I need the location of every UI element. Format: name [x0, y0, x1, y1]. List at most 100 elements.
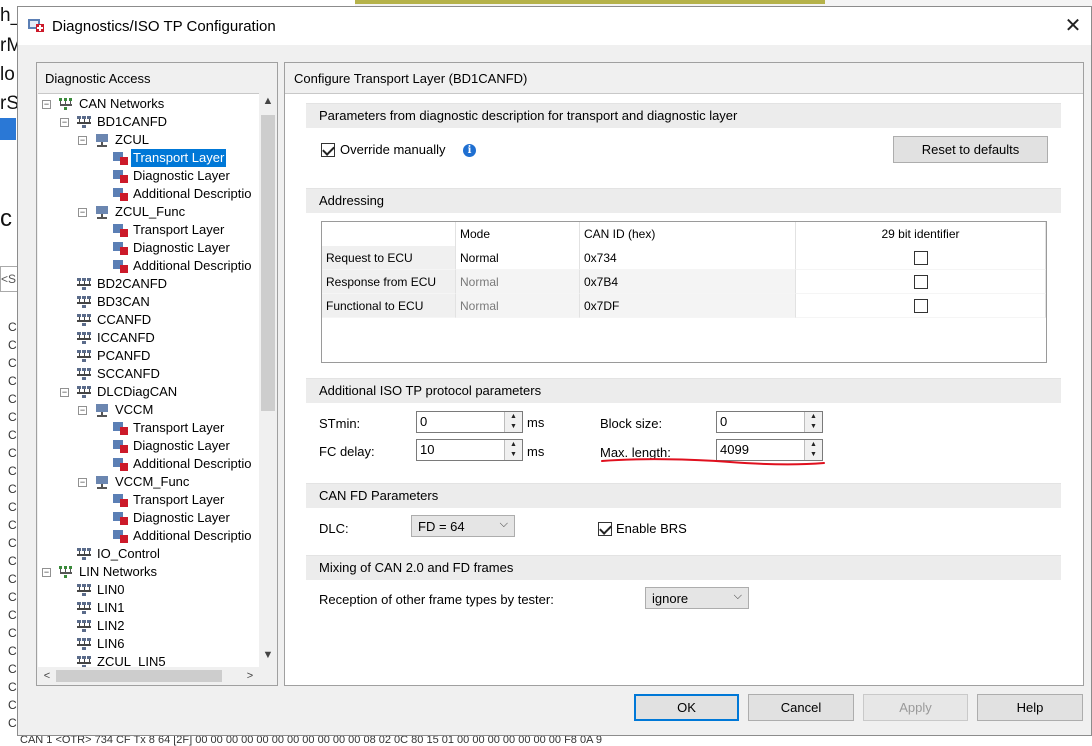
vertical-scroll-thumb[interactable]: [261, 115, 275, 411]
tree-node-label[interactable]: PCANFD: [95, 347, 152, 365]
tree-node-label[interactable]: Transport Layer: [131, 221, 226, 239]
tree-node[interactable]: − ZCUL: [38, 131, 259, 149]
tree-node[interactable]: − LIN Networks: [38, 563, 259, 581]
29bit-checkbox[interactable]: [914, 299, 928, 313]
tree-node[interactable]: Diagnostic Layer: [38, 239, 259, 257]
background-combo[interactable]: <S: [0, 266, 18, 292]
enable-brs-checkbox[interactable]: [598, 522, 612, 536]
horizontal-scroll-thumb[interactable]: [56, 670, 222, 682]
spin-down-icon[interactable]: ▼: [504, 422, 522, 432]
collapse-icon[interactable]: −: [42, 100, 51, 109]
chevron-down-icon[interactable]: ⌵: [734, 590, 742, 603]
tree-node[interactable]: BD2CANFD: [38, 275, 259, 293]
help-button[interactable]: Help: [977, 694, 1083, 721]
tree-node[interactable]: − VCCM_Func: [38, 473, 259, 491]
reset-to-defaults-button[interactable]: Reset to defaults: [893, 136, 1048, 163]
tree-node-label[interactable]: ZCUL_LIN5: [95, 653, 168, 668]
diagnostic-tree[interactable]: − CAN Networks − BD1CANFD − ZCUL Transport Lay…: [38, 93, 259, 668]
tree-node-label[interactable]: DLCDiagCAN: [95, 383, 179, 401]
tree-node-label[interactable]: Additional Descriptio: [131, 455, 254, 473]
tree-node[interactable]: LIN1: [38, 599, 259, 617]
dlc-value[interactable]: FD = 64: [418, 519, 465, 534]
row-can-id[interactable]: 0x7B4: [580, 270, 796, 294]
tree-node[interactable]: − ZCUL_Func: [38, 203, 259, 221]
tree-node-label[interactable]: BD3CAN: [95, 293, 152, 311]
tree-node-label[interactable]: Additional Descriptio: [131, 257, 254, 275]
tree-node[interactable]: Transport Layer: [38, 221, 259, 239]
tree-node[interactable]: − CAN Networks: [38, 95, 259, 113]
block-size-value[interactable]: 0: [720, 414, 727, 429]
tree-vertical-scrollbar[interactable]: ▲ ▼: [259, 93, 277, 667]
fc-delay-stepper[interactable]: 10 ▲ ▼: [416, 439, 523, 461]
tree-node[interactable]: Transport Layer: [38, 491, 259, 509]
enable-brs-label[interactable]: Enable BRS: [616, 521, 687, 536]
tree-node-label[interactable]: LIN0: [95, 581, 126, 599]
spin-down-icon[interactable]: ▼: [504, 450, 522, 460]
29bit-checkbox[interactable]: [914, 251, 928, 265]
ok-button[interactable]: OK: [634, 694, 739, 721]
tree-node-label[interactable]: LIN6: [95, 635, 126, 653]
tree-horizontal-scrollbar[interactable]: < >: [38, 667, 259, 685]
tree-node-label[interactable]: Diagnostic Layer: [131, 437, 232, 455]
collapse-icon[interactable]: −: [78, 406, 87, 415]
tree-node-label[interactable]: LIN Networks: [77, 563, 159, 581]
tree-node[interactable]: Diagnostic Layer: [38, 437, 259, 455]
tree-node[interactable]: ICCANFD: [38, 329, 259, 347]
tree-node[interactable]: Diagnostic Layer: [38, 167, 259, 185]
block-size-stepper[interactable]: 0 ▲ ▼: [716, 411, 823, 433]
collapse-icon[interactable]: −: [42, 568, 51, 577]
tree-node-label[interactable]: CAN Networks: [77, 95, 166, 113]
tree-node-label[interactable]: BD1CANFD: [95, 113, 169, 131]
close-icon[interactable]: ✕: [1055, 7, 1091, 45]
tree-node[interactable]: − VCCM: [38, 401, 259, 419]
tree-node-label[interactable]: IO_Control: [95, 545, 162, 563]
tree-node[interactable]: SCCANFD: [38, 365, 259, 383]
tree-node-label[interactable]: LIN2: [95, 617, 126, 635]
row-can-id[interactable]: 0x734: [580, 246, 796, 270]
scroll-up-icon[interactable]: ▲: [259, 95, 277, 107]
tree-node-label[interactable]: SCCANFD: [95, 365, 162, 383]
tree-node-label[interactable]: Additional Descriptio: [131, 185, 254, 203]
tree-node[interactable]: Additional Descriptio: [38, 527, 259, 545]
collapse-icon[interactable]: −: [78, 136, 87, 145]
override-manually-checkbox[interactable]: [321, 143, 335, 157]
tree-node[interactable]: LIN0: [38, 581, 259, 599]
fc-delay-value[interactable]: 10: [420, 442, 434, 457]
tree-node[interactable]: Additional Descriptio: [38, 257, 259, 275]
tree-node-label[interactable]: Transport Layer: [129, 148, 228, 168]
tree-node-label[interactable]: Diagnostic Layer: [131, 167, 232, 185]
tree-node-label[interactable]: Transport Layer: [131, 419, 226, 437]
tree-node[interactable]: ZCUL_LIN5: [38, 653, 259, 668]
row-can-id[interactable]: 0x7DF: [580, 294, 796, 318]
tree-node-label[interactable]: ZCUL: [113, 131, 151, 149]
chevron-down-icon[interactable]: ⌵: [500, 518, 508, 531]
tree-node[interactable]: Transport Layer: [38, 419, 259, 437]
spin-down-icon[interactable]: ▼: [804, 422, 822, 432]
tree-node[interactable]: BD3CAN: [38, 293, 259, 311]
tree-node-label[interactable]: ICCANFD: [95, 329, 157, 347]
tree-node[interactable]: − BD1CANFD: [38, 113, 259, 131]
tree-node[interactable]: Additional Descriptio: [38, 455, 259, 473]
tree-node[interactable]: LIN2: [38, 617, 259, 635]
info-icon[interactable]: i: [463, 144, 476, 157]
reception-value[interactable]: ignore: [652, 591, 688, 606]
stmin-stepper[interactable]: 0 ▲ ▼: [416, 411, 523, 433]
tree-node-label[interactable]: BD2CANFD: [95, 275, 169, 293]
collapse-icon[interactable]: −: [60, 118, 69, 127]
tree-node-label[interactable]: Transport Layer: [131, 491, 226, 509]
tree-node[interactable]: CCANFD: [38, 311, 259, 329]
collapse-icon[interactable]: −: [60, 388, 69, 397]
tree-node-label[interactable]: VCCM: [113, 401, 155, 419]
tree-node[interactable]: IO_Control: [38, 545, 259, 563]
row-mode[interactable]: Normal: [456, 246, 580, 270]
tree-node[interactable]: Diagnostic Layer: [38, 509, 259, 527]
29bit-checkbox[interactable]: [914, 275, 928, 289]
tree-node[interactable]: − DLCDiagCAN: [38, 383, 259, 401]
tree-node[interactable]: Transport Layer: [38, 148, 259, 168]
tree-node-label[interactable]: Diagnostic Layer: [131, 239, 232, 257]
tree-node[interactable]: Additional Descriptio: [38, 185, 259, 203]
tree-node-label[interactable]: Additional Descriptio: [131, 527, 254, 545]
stmin-value[interactable]: 0: [420, 414, 427, 429]
reception-dropdown[interactable]: ignore ⌵: [645, 587, 749, 609]
tree-node-label[interactable]: LIN1: [95, 599, 126, 617]
